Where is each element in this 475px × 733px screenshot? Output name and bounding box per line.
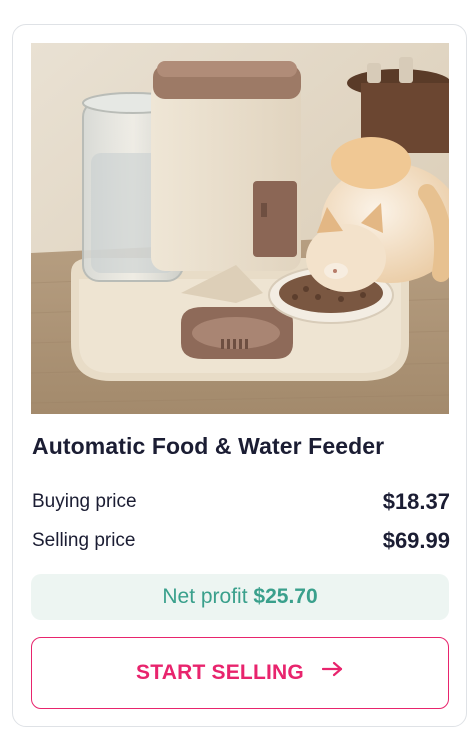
start-selling-button[interactable]: START SELLING	[31, 637, 449, 709]
selling-price-value: $69.99	[382, 528, 450, 553]
buying-price-label: Buying price	[32, 491, 137, 512]
net-profit-amount: $25.70	[253, 585, 318, 608]
product-card: Automatic Food & Water Feeder Buying pri…	[12, 24, 467, 727]
buying-price-row: Buying price $18.37	[32, 489, 450, 517]
arrow-right-icon	[321, 636, 344, 706]
product-image[interactable]	[31, 43, 449, 414]
product-title: Automatic Food & Water Feeder	[32, 433, 385, 459]
net-profit-banner: Net profit $25.70	[31, 574, 449, 620]
selling-price-row: Selling price $69.99	[32, 528, 450, 556]
start-selling-label: START SELLING	[136, 661, 304, 684]
selling-price-label: Selling price	[32, 530, 136, 551]
buying-price-value: $18.37	[382, 489, 450, 514]
net-profit-label: Net profit	[162, 585, 248, 608]
